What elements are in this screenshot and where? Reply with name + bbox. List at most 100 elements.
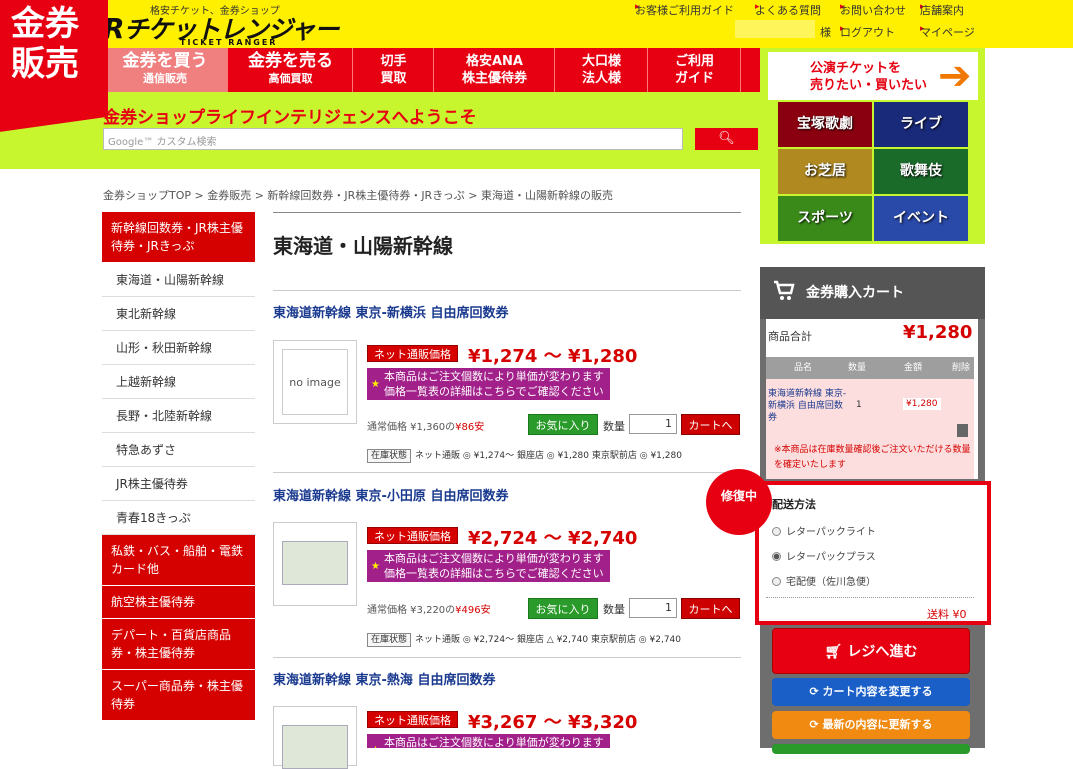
product-title[interactable]: 東海道新幹線 東京-小田原 自由席回数券 xyxy=(273,485,508,504)
cart-item-qty: 1 xyxy=(856,400,862,410)
category-item[interactable]: スーパー商品券・株主優待券 xyxy=(102,670,255,721)
product-title[interactable]: 東海道新幹線 東京-新横浜 自由席回数券 xyxy=(273,302,508,321)
nav-guide[interactable]: ご利用 ガイド xyxy=(649,48,741,92)
divider xyxy=(273,472,741,473)
divider xyxy=(273,212,741,213)
cart-total: ¥1,280 xyxy=(903,322,973,343)
tile-kabuki[interactable]: 歌舞伎 xyxy=(874,149,968,194)
logo-english: TICKET RANGER xyxy=(180,38,278,47)
regular-price: 通常価格 ¥3,220の¥496安 xyxy=(367,605,491,616)
blurred-username xyxy=(735,20,815,38)
breadcrumb[interactable]: 金券ショップTOP > 金券販売 > 新幹線回数券・JR株主優待券・JRきっぷ … xyxy=(103,187,613,203)
product-thumbnail[interactable]: no image xyxy=(273,340,357,424)
star-icon: ★ xyxy=(371,561,380,572)
cart-total-label: 商品合計 xyxy=(768,330,812,343)
net-price-badge: ネット通販価格 xyxy=(367,345,458,362)
price-notice[interactable]: ★ 本商品はご注文個数により単価が変わります 価格一覧表の詳細はこちらでご確認くださ… xyxy=(367,550,610,582)
tile-live[interactable]: ライブ xyxy=(874,102,968,147)
corner-label: 金券 販売 xyxy=(11,4,79,84)
refresh-cart-button[interactable]: ⟳ 最新の内容に更新する xyxy=(772,711,970,739)
ticket-image xyxy=(282,541,348,585)
tile-event[interactable]: イベント xyxy=(874,196,968,241)
net-price-badge: ネット通販価格 xyxy=(367,527,458,544)
category-item[interactable]: JR株主優待券 xyxy=(102,467,255,501)
category-item[interactable]: 上越新幹線 xyxy=(102,365,255,399)
welcome-text: 金券ショップライフインテリジェンスへようこそ xyxy=(103,108,477,128)
qty-label: 数量 xyxy=(603,420,625,433)
refresh-icon: ⟳ xyxy=(809,685,823,698)
qty-label: 数量 xyxy=(603,603,625,616)
favorite-button[interactable]: お気に入り xyxy=(528,598,598,619)
tile-sports[interactable]: スポーツ xyxy=(778,196,872,241)
radio-icon[interactable] xyxy=(772,527,781,536)
category-item[interactable]: 山形・秋田新幹線 xyxy=(102,331,255,365)
search-button[interactable]: 🔍︎ xyxy=(695,128,758,150)
radio-icon[interactable] xyxy=(772,577,781,586)
repair-badge: 修復中 xyxy=(706,469,772,535)
divider xyxy=(766,597,974,598)
tile-play[interactable]: お芝居 xyxy=(778,149,872,194)
qty-input[interactable]: 1 xyxy=(629,598,677,618)
checkout-button[interactable]: 🛒︎ レジへ進む xyxy=(772,628,970,674)
shipping-option-letterpack-light[interactable]: レターパックライト xyxy=(772,523,876,538)
product-thumbnail[interactable] xyxy=(273,522,357,606)
category-item[interactable]: デパート・百貨店商品券・株主優待券 xyxy=(102,619,255,670)
category-item[interactable]: 長野・北陸新幹線 xyxy=(102,399,255,433)
price-notice[interactable]: ★ 本商品はご注文個数により単価が変わります 価格一覧表の詳細はこちらでご確認くださ… xyxy=(367,368,610,400)
stock-status: 在庫状態 ネット通販 ◎ ¥1,274〜 銀座店 ◎ ¥1,280 東京駅前店 ◎… xyxy=(367,448,682,463)
tile-takarazuka[interactable]: 宝塚歌劇 xyxy=(778,102,872,147)
nav-corporate[interactable]: 大口様 法人様 xyxy=(556,48,648,92)
category-item[interactable]: 東海道・山陽新幹線 xyxy=(102,263,255,297)
nav-ana[interactable]: 格安ANA 株主優待券 xyxy=(435,48,555,92)
extra-button[interactable] xyxy=(772,744,970,754)
category-menu: 新幹線回数券・JR株主優待券・JRきっぷ 東海道・山陽新幹線 東北新幹線 山形・秋田新… xyxy=(102,212,255,721)
shipping-title: 配送方法 xyxy=(772,498,816,511)
cart-warning: ※本商品は在庫数量確認後ご注文いただける数量を確定いたします xyxy=(774,445,971,470)
category-item[interactable]: 航空株主優待券 xyxy=(102,586,255,619)
category-item[interactable]: 私鉄・バス・船舶・電鉄カード他 xyxy=(102,535,255,586)
cart-table-header: 品名 数量 金額 削除 xyxy=(766,357,974,379)
nav-buy[interactable]: 金券を買う 通信販売 xyxy=(103,48,228,92)
add-to-cart-button[interactable]: カートへ xyxy=(681,414,740,435)
banner-header-text: 公演チケットを 売りたい・買いたい xyxy=(810,61,928,93)
nav-sell[interactable]: 金券を売る 高価買取 xyxy=(229,48,353,92)
page-title: 東海道・山陽新幹線 xyxy=(273,234,453,258)
favorite-button[interactable]: お気に入り xyxy=(528,414,598,435)
nav-stamp[interactable]: 切手 買取 xyxy=(354,48,434,92)
change-cart-button[interactable]: ⟳ カート内容を変更する xyxy=(772,678,970,706)
cart-icon: 🛒︎ xyxy=(824,644,848,660)
cart-item-price: ¥1,280 xyxy=(903,398,941,410)
product-title[interactable]: 東海道新幹線 東京-熱海 自由席回数券 xyxy=(273,669,495,688)
star-icon: ★ xyxy=(371,743,380,748)
qty-input[interactable]: 1 xyxy=(629,414,677,434)
shipping-fee: 送料 ¥0 xyxy=(927,608,967,621)
product-price: ¥2,724 ～ ¥2,740 xyxy=(468,528,638,549)
category-item[interactable]: 新幹線回数券・JR株主優待券・JRきっぷ xyxy=(102,212,255,263)
arrow-right-icon: ➔ xyxy=(938,53,972,99)
no-image: no image xyxy=(282,349,348,415)
search-icon: 🔍︎ xyxy=(718,131,735,146)
star-icon: ★ xyxy=(371,379,380,390)
add-to-cart-button[interactable]: カートへ xyxy=(681,598,740,619)
ticket-image xyxy=(282,725,348,769)
trash-icon[interactable] xyxy=(957,424,968,437)
divider xyxy=(273,290,741,291)
cart-icon xyxy=(774,280,795,300)
product-price: ¥3,267 ～ ¥3,320 xyxy=(468,712,638,733)
category-item[interactable]: 特急あずさ xyxy=(102,433,255,467)
product-price: ¥1,274 ～ ¥1,280 xyxy=(468,346,638,367)
shipping-option-letterpack-plus[interactable]: レターパックプラス xyxy=(772,548,876,563)
refresh-icon: ⟳ xyxy=(809,718,823,731)
product-thumbnail[interactable] xyxy=(273,706,357,769)
price-notice[interactable]: ★本商品はご注文個数により単価が変わります xyxy=(367,734,610,748)
cart-item-name[interactable]: 東海道新幹線 東京-新横浜 自由席回数券 xyxy=(768,388,848,424)
category-item[interactable]: 青春18きっぷ xyxy=(102,501,255,535)
radio-selected-icon[interactable] xyxy=(772,552,781,561)
category-item[interactable]: 東北新幹線 xyxy=(102,297,255,331)
regular-price: 通常価格 ¥1,360の¥86安 xyxy=(367,422,485,433)
shipping-option-takkyubin[interactable]: 宅配便（佐川急便） xyxy=(772,573,876,588)
user-name: 様 xyxy=(820,26,831,39)
search-input[interactable]: Google™ カスタム検索 xyxy=(103,128,683,150)
divider xyxy=(273,657,741,658)
stock-status: 在庫状態 ネット通販 ◎ ¥2,724〜 銀座店 △ ¥2,740 東京駅前店 ◎… xyxy=(367,632,681,647)
